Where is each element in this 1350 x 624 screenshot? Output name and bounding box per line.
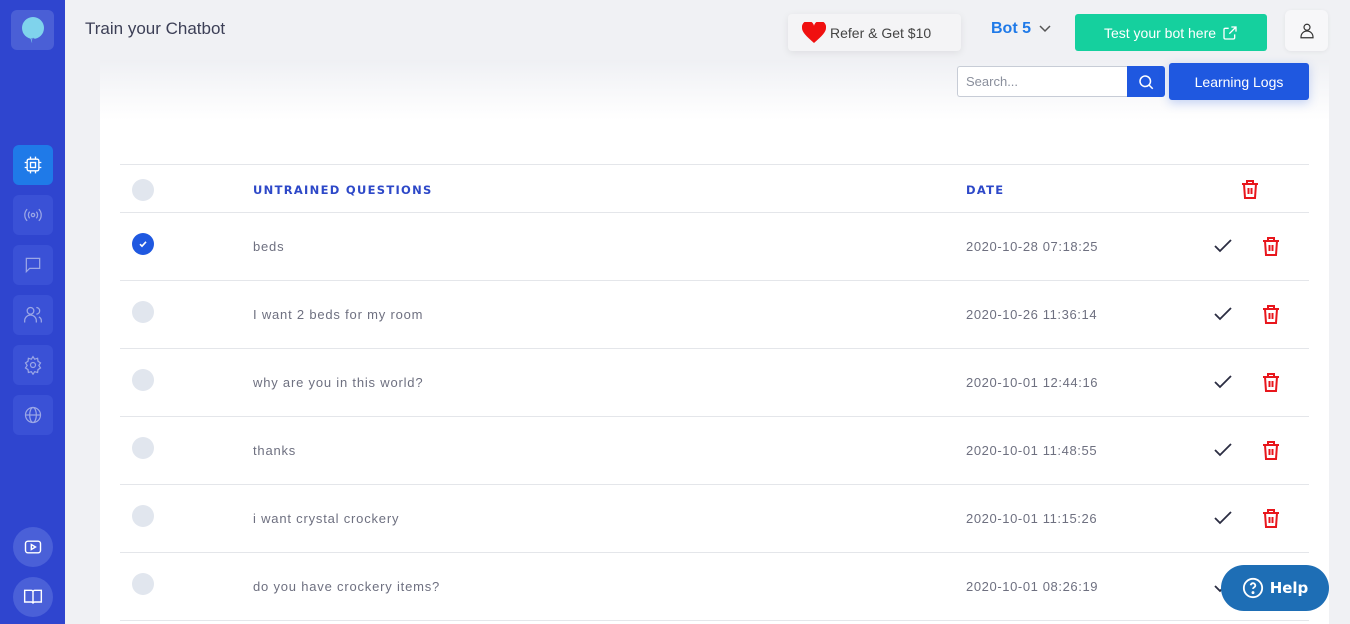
question-date: 2020-10-01 11:48:55 <box>966 443 1098 458</box>
row-select-radio[interactable] <box>132 505 154 527</box>
sidebar-item-chat[interactable] <box>13 245 53 285</box>
train-question-button[interactable] <box>1214 374 1232 393</box>
question-date: 2020-10-26 11:36:14 <box>966 307 1098 322</box>
row-select-radio[interactable] <box>132 301 154 323</box>
chevron-down-icon <box>1039 25 1051 33</box>
column-header-question: UNTRAINED QUESTIONS <box>253 183 433 197</box>
heart-icon <box>802 21 826 43</box>
question-text: do you have crockery items? <box>253 579 441 594</box>
row-select-radio[interactable] <box>132 233 154 255</box>
table-row: do you have crockery items? 2020-10-01 0… <box>120 553 1309 621</box>
sidebar-item-web[interactable] <box>13 395 53 435</box>
table-row: I want 2 beds for my room 2020-10-26 11:… <box>120 281 1309 349</box>
chat-icon <box>25 257 41 274</box>
trash-icon <box>1263 237 1279 256</box>
table-row: thanks 2020-10-01 11:48:55 <box>120 417 1309 485</box>
select-all-radio[interactable] <box>132 179 154 201</box>
checkmark-icon <box>1214 443 1232 457</box>
question-text: i want crystal crockery <box>253 511 400 526</box>
bot-selector-label: Bot 5 <box>991 20 1031 37</box>
chat-bubble-logo-icon <box>21 17 44 44</box>
delete-question-button[interactable] <box>1262 236 1280 260</box>
sidebar-item-users[interactable] <box>13 295 53 335</box>
page-title: Train your Chatbot <box>85 19 226 38</box>
gear-icon <box>24 355 42 375</box>
search-icon <box>1139 74 1154 89</box>
question-text: thanks <box>253 443 297 458</box>
row-select-radio[interactable] <box>132 573 154 595</box>
trash-icon <box>1263 305 1279 324</box>
search-input[interactable] <box>957 66 1127 97</box>
delete-question-button[interactable] <box>1262 440 1280 464</box>
book-icon <box>23 589 43 604</box>
user-icon <box>1299 23 1314 38</box>
table-body: beds 2020-10-28 07:18:25 I want 2 beds f… <box>120 213 1309 621</box>
user-profile-button[interactable] <box>1285 10 1328 51</box>
row-select-radio[interactable] <box>132 437 154 459</box>
checkmark-icon <box>1214 307 1232 321</box>
question-date: 2020-10-01 08:26:19 <box>966 579 1099 594</box>
cpu-icon <box>24 156 42 174</box>
delete-question-button[interactable] <box>1262 304 1280 328</box>
video-icon <box>24 540 42 554</box>
broadcast-icon <box>24 208 42 222</box>
trash-icon <box>1263 441 1279 460</box>
sidebar-item-broadcast[interactable] <box>13 195 53 235</box>
row-select-radio[interactable] <box>132 369 154 391</box>
main-card: Learning Logs UNTRAINED QUESTIONS DATE b… <box>100 60 1329 624</box>
check-icon <box>139 241 147 248</box>
train-question-button[interactable] <box>1214 510 1232 529</box>
sidebar-item-settings[interactable] <box>13 345 53 385</box>
train-question-button[interactable] <box>1214 306 1232 325</box>
train-question-button[interactable] <box>1214 442 1232 461</box>
help-button[interactable]: Help <box>1221 565 1329 611</box>
app-logo[interactable] <box>11 10 54 50</box>
trash-icon <box>1263 509 1279 528</box>
delete-question-button[interactable] <box>1262 372 1280 396</box>
help-label: Help <box>1269 579 1309 597</box>
users-icon <box>24 306 42 323</box>
trash-icon <box>1263 373 1279 392</box>
test-bot-label: Test your bot here <box>1103 24 1217 41</box>
train-question-button[interactable] <box>1214 238 1232 257</box>
question-date: 2020-10-01 12:44:16 <box>966 375 1099 390</box>
delete-question-button[interactable] <box>1262 508 1280 532</box>
learning-logs-button[interactable]: Learning Logs <box>1169 63 1309 100</box>
external-link-icon <box>1223 25 1237 40</box>
table-row: beds 2020-10-28 07:18:25 <box>120 213 1309 281</box>
sidebar <box>0 0 65 624</box>
trash-icon <box>1242 180 1258 199</box>
search-bar <box>957 66 1165 97</box>
refer-button[interactable]: Refer & Get $10 <box>788 14 961 51</box>
sidebar-item-train[interactable] <box>13 145 53 185</box>
bot-selector[interactable]: Bot 5 <box>991 20 1051 38</box>
globe-icon <box>24 406 42 424</box>
video-tutorial-button[interactable] <box>13 527 53 567</box>
table-row: i want crystal crockery 2020-10-01 11:15… <box>120 485 1309 553</box>
table-header: UNTRAINED QUESTIONS DATE <box>120 164 1309 213</box>
delete-selected-button[interactable] <box>1241 179 1259 203</box>
question-text: why are you in this world? <box>253 375 424 390</box>
untrained-questions-table: UNTRAINED QUESTIONS DATE beds 2020-10-28… <box>120 164 1309 621</box>
question-text: beds <box>253 239 285 254</box>
checkmark-icon <box>1214 511 1232 525</box>
question-date: 2020-10-28 07:18:25 <box>966 239 1099 254</box>
top-bar: Train your Chatbot Refer & Get $10 Bot 5… <box>65 0 1350 60</box>
checkmark-icon <box>1214 375 1232 389</box>
test-bot-button[interactable]: Test your bot here <box>1075 14 1267 51</box>
docs-button[interactable] <box>13 577 53 617</box>
column-header-date: DATE <box>966 183 1005 197</box>
table-row: why are you in this world? 2020-10-01 12… <box>120 349 1309 417</box>
checkmark-icon <box>1214 239 1232 253</box>
search-button[interactable] <box>1127 66 1165 97</box>
refer-label: Refer & Get $10 <box>830 24 932 41</box>
question-text: I want 2 beds for my room <box>253 307 424 322</box>
question-circle-icon <box>1242 577 1263 599</box>
question-date: 2020-10-01 11:15:26 <box>966 511 1098 526</box>
